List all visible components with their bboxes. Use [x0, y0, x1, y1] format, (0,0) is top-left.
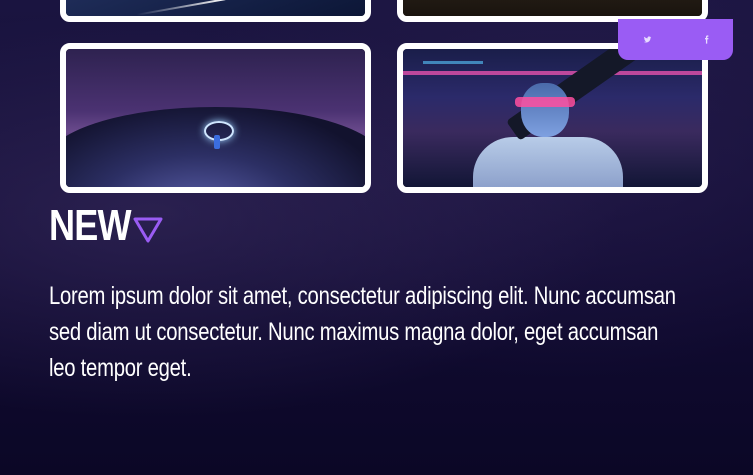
gallery-image-4[interactable]	[397, 43, 708, 193]
gallery-image-2-picture	[403, 0, 702, 16]
gallery-image-4-picture	[403, 49, 702, 187]
section-body-text: Lorem ipsum dolor sit amet, consectetur …	[49, 282, 676, 382]
social-links-box	[618, 19, 733, 60]
gallery-image-1-picture	[66, 0, 365, 16]
gallery-image-1[interactable]	[60, 0, 371, 22]
twitter-icon[interactable]	[643, 35, 652, 46]
facebook-icon[interactable]	[702, 35, 711, 46]
triangle-down-icon	[133, 217, 163, 243]
section-heading: NEW	[49, 201, 132, 250]
gallery-image-3-picture	[66, 49, 365, 187]
gallery-image-3[interactable]	[60, 43, 371, 193]
